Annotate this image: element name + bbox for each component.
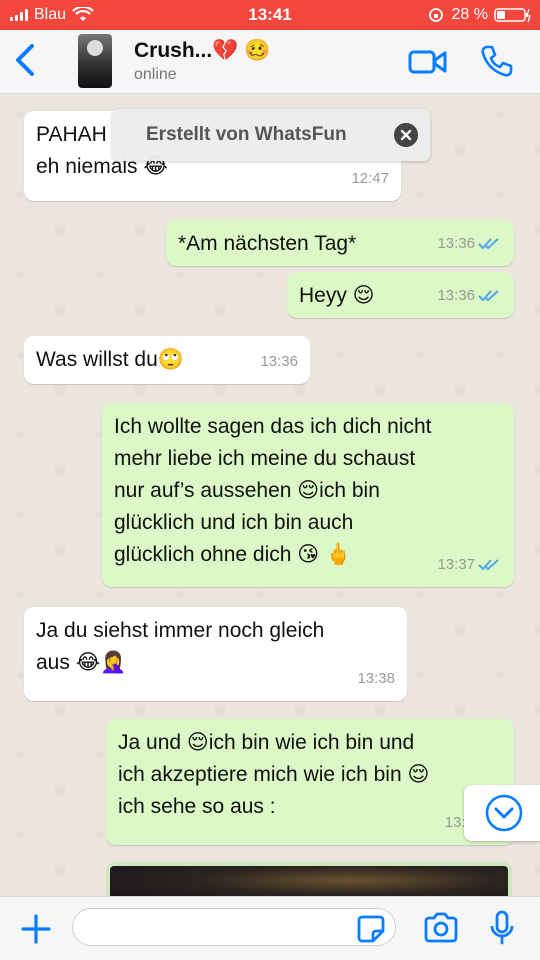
video-call-icon[interactable] xyxy=(408,48,448,76)
message-time: 13:36 xyxy=(437,235,475,252)
message-text: ich akzeptiere mich wie ich bin 😌 xyxy=(118,763,430,786)
input-bar xyxy=(0,896,540,960)
message-bubble-incoming[interactable]: Was willst du🙄 13:36 xyxy=(24,336,310,384)
message-time: 13:37 xyxy=(437,556,475,573)
toast-text: Erstellt von WhatsFun xyxy=(146,124,347,145)
back-chevron-icon[interactable] xyxy=(10,42,40,78)
contact-name[interactable]: Crush...💔 🥴 xyxy=(134,39,270,63)
chat-header: Crush...💔 🥴 online xyxy=(0,30,540,94)
message-text: mehr liebe ich meine du schaust xyxy=(114,447,416,470)
microphone-icon[interactable] xyxy=(488,910,516,946)
message-text: Ja du siehst immer noch gleich xyxy=(36,619,325,642)
message-input[interactable] xyxy=(72,908,396,946)
phone-icon[interactable] xyxy=(480,44,514,78)
message-time: 13:38 xyxy=(357,670,395,687)
orientation-lock-icon xyxy=(428,8,443,22)
sticker-icon[interactable] xyxy=(356,914,386,944)
message-text: Ich wollte sagen das ich dich nicht xyxy=(114,415,432,438)
message-text: Was willst du🙄 xyxy=(36,348,184,371)
message-bubble-outgoing[interactable]: Ich wollte sagen das ich dich nicht mehr… xyxy=(102,403,514,587)
watermark-toast: Erstellt von WhatsFun xyxy=(112,109,430,161)
message-time: 13:36 xyxy=(260,353,298,370)
battery-icon xyxy=(494,8,531,23)
message-bubble-outgoing[interactable]: *Am nächsten Tag* 13:36 xyxy=(166,220,514,266)
message-text: aus 😂🤦‍♀️ xyxy=(36,651,127,674)
avatar[interactable] xyxy=(78,34,112,88)
message-text: nur auf’s aussehen 😌ich bin xyxy=(114,479,380,502)
read-ticks-icon xyxy=(478,238,499,250)
message-meta: 13:36 xyxy=(260,346,298,378)
message-text: glücklich und ich bin auch xyxy=(114,511,354,534)
message-bubble-outgoing[interactable]: Ja und 😌ich bin wie ich bin und ich akze… xyxy=(106,719,514,845)
chevron-down-icon xyxy=(485,794,523,832)
plus-icon[interactable] xyxy=(20,913,52,945)
status-bar: Blau 13:41 28 % xyxy=(0,0,540,30)
message-meta: 13:36 xyxy=(437,280,502,312)
contact-status: online xyxy=(134,66,177,83)
message-meta: 13:36 xyxy=(437,228,502,260)
battery-percent: 28 % xyxy=(451,6,488,23)
read-ticks-icon xyxy=(478,559,499,571)
message-text: Ja und 😌ich bin wie ich bin und xyxy=(118,731,415,754)
message-time: 13:36 xyxy=(437,287,475,304)
scroll-to-bottom-button[interactable] xyxy=(464,785,540,841)
message-meta: 13:38 xyxy=(357,663,395,695)
status-right: 28 % xyxy=(428,6,532,24)
chat-area[interactable]: PAHAH eh niemals 😂 12:47 *Am nächsten Ta… xyxy=(0,95,540,895)
camera-icon[interactable] xyxy=(422,911,460,945)
message-bubble-incoming[interactable]: Ja du siehst immer noch gleich aus 😂🤦‍♀️… xyxy=(24,607,407,701)
close-icon[interactable] xyxy=(394,123,418,147)
message-meta: 12:47 xyxy=(351,163,389,195)
message-meta: 13:37 xyxy=(437,549,502,581)
read-ticks-icon xyxy=(478,290,499,302)
message-bubble-outgoing[interactable]: Heyy 😌 13:36 xyxy=(287,272,514,318)
message-time: 12:47 xyxy=(351,170,389,187)
